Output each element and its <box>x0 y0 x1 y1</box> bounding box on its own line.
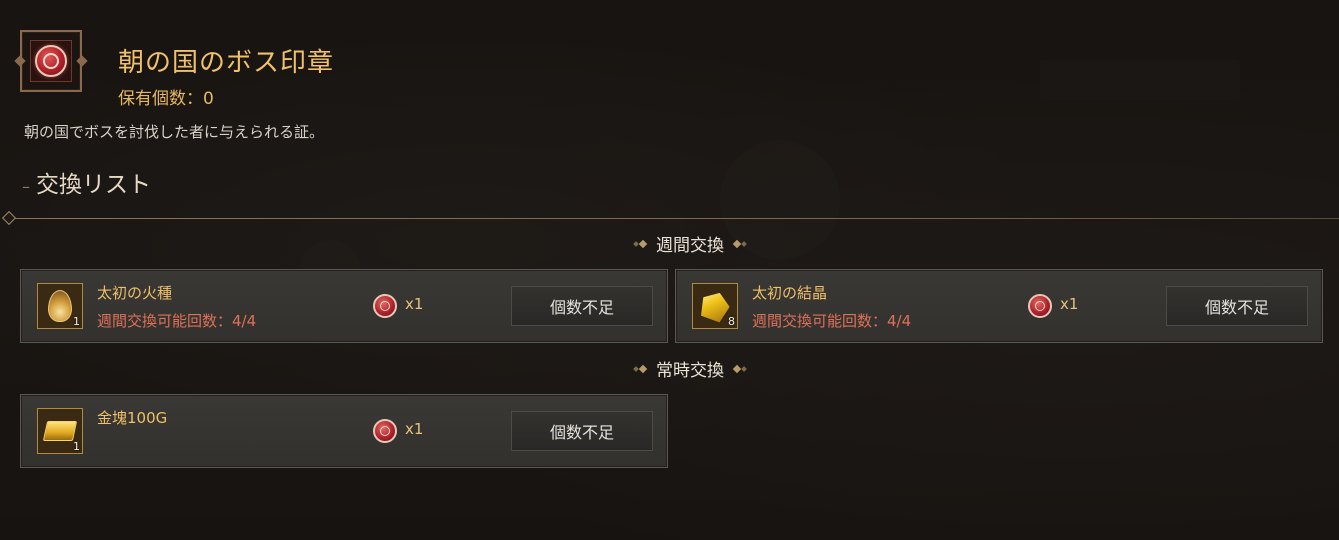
divider <box>8 218 1339 219</box>
exchange-window: 朝の国のボス印章 保有個数：0 朝の国でボスを討伐した者に与えられる証。 – 交換… <box>0 0 1339 540</box>
ornament-icon <box>633 239 648 248</box>
cost-quantity: x1 <box>1060 295 1079 313</box>
item-stack-count: 1 <box>73 315 80 328</box>
owned-count: 保有個数：0 <box>118 89 214 109</box>
gold-bar-icon: 1 <box>37 408 83 454</box>
exchange-button[interactable]: 個数不足 <box>511 411 653 451</box>
boss-seal-icon <box>30 40 72 82</box>
exchange-button[interactable]: 個数不足 <box>1166 286 1308 326</box>
page-title: 朝の国のボス印章 <box>118 48 335 78</box>
boss-seal-icon <box>373 294 397 318</box>
boss-seal-icon <box>1028 294 1052 318</box>
exchange-list-heading: – 交換リスト <box>22 172 151 198</box>
flame-seed-icon: 1 <box>37 283 83 329</box>
item-stack-count: 8 <box>728 315 735 328</box>
item-name: 太初の結晶 <box>752 284 828 302</box>
exchange-list-title: 交換リスト <box>36 172 151 198</box>
boss-seal-icon <box>373 419 397 443</box>
ornament-icon <box>732 239 747 248</box>
section-permanent-label: 常時交換 <box>656 361 724 381</box>
section-permanent: 常時交換 <box>0 356 1339 381</box>
section-weekly: 週間交換 <box>0 231 1339 256</box>
weekly-limit: 週間交換可能回数：4/4 <box>752 312 912 330</box>
ornament-icon <box>633 364 648 373</box>
item-description: 朝の国でボスを討伐した者に与えられる証。 <box>24 123 325 141</box>
exchange-item-card: 1 太初の火種 週間交換可能回数：4/4 x1 個数不足 <box>20 269 668 343</box>
item-name: 金塊100G <box>97 409 168 427</box>
section-weekly-label: 週間交換 <box>656 236 724 256</box>
cost-quantity: x1 <box>405 420 424 438</box>
ornament-icon <box>732 364 747 373</box>
exchange-item-card: 8 太初の結晶 週間交換可能回数：4/4 x1 個数不足 <box>675 269 1323 343</box>
weekly-limit: 週間交換可能回数：4/4 <box>97 312 257 330</box>
item-stack-count: 1 <box>73 440 80 453</box>
emblem-frame <box>20 30 82 92</box>
exchange-button[interactable]: 個数不足 <box>511 286 653 326</box>
crystal-icon: 8 <box>692 283 738 329</box>
item-name: 太初の火種 <box>97 284 173 302</box>
cost-quantity: x1 <box>405 295 424 313</box>
exchange-item-card: 1 金塊100G x1 個数不足 <box>20 394 668 468</box>
